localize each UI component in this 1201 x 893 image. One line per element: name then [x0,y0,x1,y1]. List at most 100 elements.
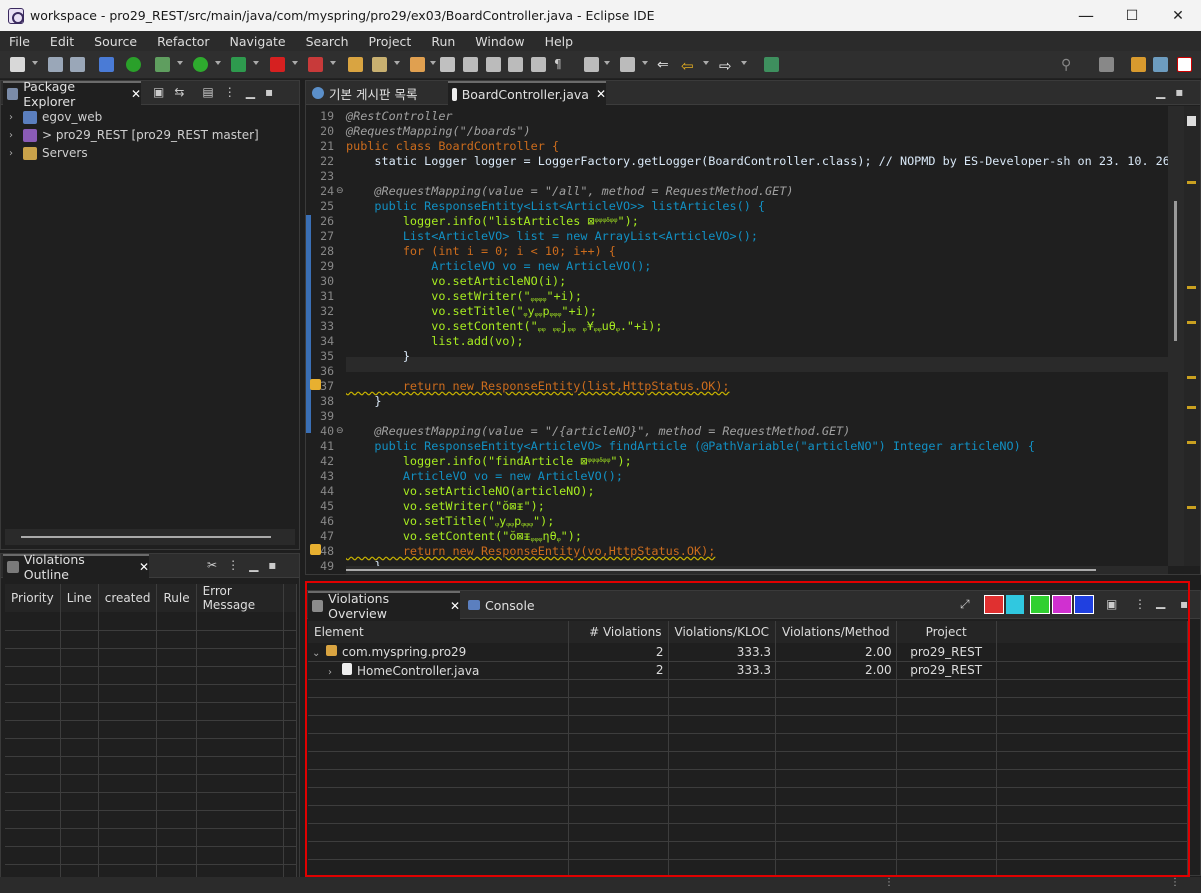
whitespace-icon[interactable]: ¶ [554,57,569,72]
column-header-project[interactable]: Project [896,621,997,643]
code-area[interactable]: 19 20 21 22 23 24 25 26 27 28 29 30 31 3… [306,106,1168,576]
priority-3-filter-icon[interactable] [1030,595,1050,614]
chevron-right-icon[interactable]: › [9,112,23,123]
ruler-marker[interactable] [1187,406,1196,409]
menu-file[interactable]: File [2,34,37,49]
menu-window[interactable]: Window [468,34,531,49]
save-all-icon[interactable] [70,57,85,72]
server-start-icon[interactable] [126,57,141,72]
debug-icon[interactable] [155,57,170,72]
prev-annotation-icon[interactable] [620,57,635,72]
column-header-violations[interactable]: # Violations [568,621,669,643]
minimize-view-icon[interactable]: ▁ [1156,85,1165,99]
pmd-perspective-icon[interactable] [1177,57,1192,72]
fold-icon[interactable]: ⊖ [336,186,344,196]
horizontal-scrollbar[interactable] [346,566,1168,574]
search-toolbar-icon[interactable] [440,57,455,72]
view-menu-icon[interactable]: ⋮ [227,558,239,572]
pmd-warning-icon[interactable] [310,544,321,555]
column-header-error-message[interactable]: Error Message [196,584,285,612]
menu-source[interactable]: Source [87,34,144,49]
terminal-icon[interactable] [99,57,114,72]
next-annotation-icon[interactable] [584,57,599,72]
ruler-marker[interactable] [1187,441,1196,444]
ruler-marker[interactable] [1187,506,1196,509]
annotation-icon[interactable] [486,57,501,72]
column-header-violations-method[interactable]: Violations/Method [775,621,897,643]
priority-4-filter-icon[interactable] [1052,595,1072,614]
menu-run[interactable]: Run [424,34,462,49]
stop-icon[interactable] [270,57,285,72]
minimize-view-icon[interactable]: ▁ [249,558,258,572]
maximize-view-icon[interactable]: ▪ [268,558,276,572]
ruler-marker[interactable] [1187,376,1196,379]
scrollbar-thumb[interactable] [346,569,1096,571]
collapse-all-icon[interactable]: ▣ [1106,597,1117,611]
chevron-right-icon[interactable]: › [9,130,23,141]
view-menu-icon[interactable]: ⋮ [224,85,236,99]
tab-board-controller[interactable]: BoardController.java ✕ [448,81,606,105]
column-header-rule[interactable]: Rule [156,584,197,612]
maximize-view-icon[interactable]: ▪ [1175,85,1183,99]
maximize-view-icon[interactable]: ▪ [1180,597,1188,611]
vertical-scrollbar[interactable] [1168,106,1184,566]
menu-search[interactable]: Search [299,34,356,49]
priority-1-filter-icon[interactable] [984,595,1004,614]
scrollbar-thumb[interactable] [21,536,271,538]
tab-violations-overview[interactable]: Violations Overview ✕ [308,591,460,621]
scrollbar-thumb[interactable] [1174,201,1177,341]
ruler-marker[interactable] [1187,116,1196,126]
tree-item-pro29-rest[interactable]: › > pro29_REST [pro29_REST master] [9,126,259,144]
menu-refactor[interactable]: Refactor [150,34,216,49]
tree-item-servers[interactable]: › Servers [9,144,88,162]
open-folder-icon[interactable] [410,57,425,72]
column-header-line[interactable]: Line [60,584,99,612]
toggle-mark-icon[interactable] [463,57,478,72]
run-icon[interactable] [193,57,208,72]
chevron-right-icon[interactable]: › [328,667,342,678]
chevron-down-icon[interactable]: ⌄ [312,648,326,659]
horizontal-scrollbar[interactable] [5,529,295,545]
collapse-all-icon[interactable]: ▣ [153,85,164,99]
open-project-icon[interactable] [348,57,363,72]
pmd-warning-icon[interactable] [310,379,321,390]
save-icon[interactable] [48,57,63,72]
column-header-priority[interactable]: Priority [5,584,61,612]
filter-icon[interactable]: ▤ [202,85,213,99]
menu-navigate[interactable]: Navigate [223,34,293,49]
block-selection-icon[interactable] [508,57,523,72]
ruler-marker[interactable] [1187,181,1196,184]
minimize-button[interactable]: — [1063,0,1109,31]
java-ee-perspective-icon[interactable] [1131,57,1146,72]
column-header-violations-kloc[interactable]: Violations/KLOC [668,621,777,643]
view-menu-icon[interactable]: ⋮ [1134,597,1146,611]
open-type-icon[interactable] [372,57,387,72]
new-icon[interactable] [10,57,25,72]
tab-violations-outline[interactable]: Violations Outline ✕ [3,552,149,582]
open-perspective-icon[interactable] [1099,57,1114,72]
tab-console[interactable]: Console [464,591,544,619]
close-icon[interactable]: ✕ [131,87,141,101]
menu-help[interactable]: Help [538,34,581,49]
expand-icon[interactable]: ⤢ [960,597,970,612]
table-row[interactable]: › HomeController.java 2 333.3 2.00 pro29_… [308,661,1189,680]
last-edit-icon[interactable]: ⇐ [657,57,672,73]
coverage-icon[interactable] [231,57,246,72]
overview-ruler[interactable] [1184,106,1200,566]
maximize-view-icon[interactable]: ▪ [265,85,273,99]
close-window-button[interactable]: ✕ [1155,0,1201,31]
ruler-marker[interactable] [1187,286,1196,289]
word-wrap-icon[interactable] [531,57,546,72]
remove-violation-icon[interactable]: ✂ [207,558,217,572]
link-editor-icon[interactable]: ⇆ [174,85,184,99]
chevron-right-icon[interactable]: › [9,148,23,159]
tab-board-list[interactable]: 기본 게시판 목록 [308,81,446,105]
menu-project[interactable]: Project [362,34,419,49]
back-arrow-icon[interactable]: ⇦ [681,57,696,75]
search-icon[interactable]: ⚲ [1061,57,1076,73]
ruler-marker[interactable] [1187,321,1196,324]
priority-5-filter-icon[interactable] [1074,595,1094,614]
priority-2-filter-icon[interactable] [1006,595,1024,614]
close-icon[interactable]: ✕ [139,560,149,574]
close-icon[interactable]: ✕ [450,599,460,613]
